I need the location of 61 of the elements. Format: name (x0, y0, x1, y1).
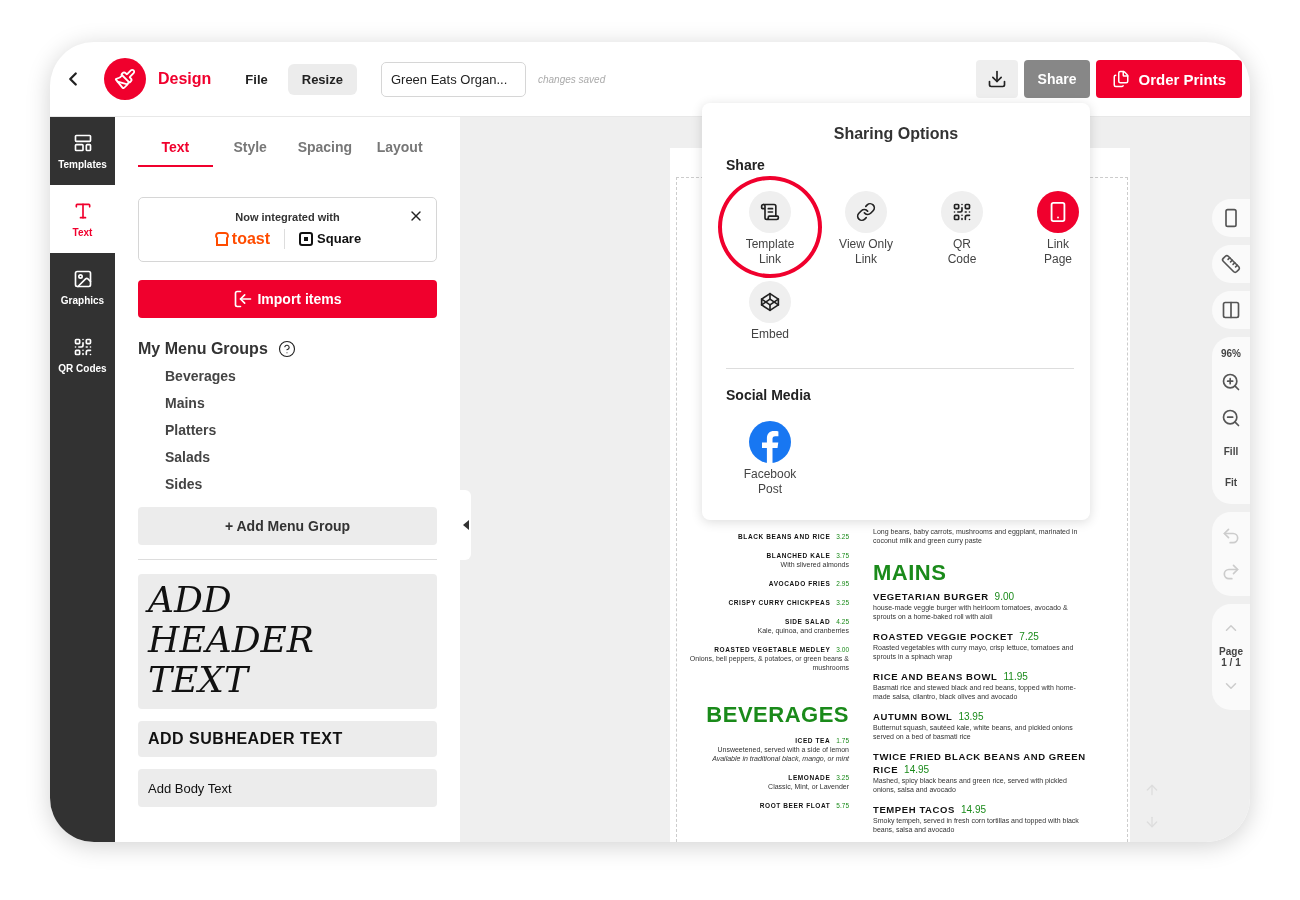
toast-logo: toast (213, 229, 271, 248)
header-text-option[interactable]: ADD HEADER TEXT (138, 574, 437, 709)
image-icon (72, 268, 93, 289)
menu-section-heading: MAINS (873, 560, 948, 586)
tab[interactable]: Spacing (287, 139, 363, 167)
menu-item-name: TWICE FRIED BLACK BEANS AND GREEN RICE 14.95 (873, 750, 1087, 776)
menu-item-name: TEMPEH TACOS 14.95 (873, 803, 987, 816)
menu-button[interactable]: File (231, 63, 282, 95)
menu-section-heading: BEVERAGES (705, 702, 849, 728)
app-name: Design (158, 70, 212, 88)
menu-item-name: RICE AND BEANS BOWL 11.95 (873, 670, 1029, 683)
import-items-button[interactable]: Import items (138, 280, 437, 318)
import-icon (233, 289, 254, 309)
download-icon (986, 69, 1007, 89)
menu-item-name: VEGETARIAN BURGER 9.00 (873, 590, 1016, 603)
share-option[interactable]: QR Code (914, 187, 1010, 271)
page-count: 1 / 1 (1221, 657, 1241, 668)
menu-item-name: AUTUMN BOWL 13.95 (873, 710, 985, 723)
menu-group-item[interactable]: Mains (138, 389, 437, 416)
fill-button[interactable]: Fill (1223, 436, 1239, 467)
menu-group-item[interactable]: Salads (138, 443, 437, 470)
fit-button[interactable]: Fit (1224, 467, 1238, 498)
share-button[interactable]: Share (1023, 60, 1091, 98)
template-icon (72, 132, 93, 153)
square-logo: Square (299, 231, 362, 246)
add-menu-group-button[interactable]: + Add Menu Group (138, 507, 437, 545)
columns-icon[interactable] (1212, 291, 1250, 329)
ruler-icon[interactable] (1212, 245, 1250, 283)
zoom-level: 96% (1221, 347, 1241, 361)
page-view-icon[interactable] (1212, 199, 1250, 237)
share-option[interactable]: Embed (722, 277, 818, 346)
share-option[interactable]: Facebook Post (722, 417, 818, 501)
facebook-logo-icon (749, 421, 791, 463)
tab[interactable]: Style (212, 139, 288, 167)
body-text-option[interactable]: Add Body Text (138, 769, 437, 807)
document-name-field[interactable]: Green Eats Organ... (380, 61, 526, 97)
menu-group-item[interactable]: Sides (138, 470, 437, 497)
tab[interactable]: Layout (362, 139, 437, 167)
integration-title: Now integrated with (235, 210, 340, 223)
section-heading: Social Media (726, 387, 812, 403)
menu-group-item[interactable]: Beverages (138, 362, 437, 389)
tab[interactable]: Text (138, 139, 213, 167)
help-icon[interactable] (277, 340, 296, 358)
download-button[interactable] (975, 60, 1018, 98)
sidebar-item[interactable]: Text (50, 185, 115, 253)
popup-title: Sharing Options (832, 125, 960, 143)
menu-button[interactable]: Resize (287, 63, 357, 95)
share-option[interactable]: View Only Link (818, 187, 914, 271)
save-status: changes saved (537, 73, 606, 85)
section-title: My Menu Groups (138, 340, 268, 358)
share-option[interactable]: Link Page (1010, 187, 1106, 271)
section-heading: Share (726, 157, 766, 173)
menu-item-name: ROASTED VEGGIE POCKET 7.25 (873, 630, 1040, 643)
subheader-text-option[interactable]: ADD SUBHEADER TEXT (138, 721, 437, 757)
order-prints-button[interactable]: Order Prints (1096, 60, 1242, 98)
files-icon (1112, 70, 1131, 88)
collapse-handle[interactable] (460, 490, 471, 560)
qr-code-icon (72, 336, 93, 357)
brush-logo-icon (104, 58, 146, 100)
menu-group-item[interactable]: Platters (138, 416, 437, 443)
page-label: Page (1219, 646, 1243, 657)
